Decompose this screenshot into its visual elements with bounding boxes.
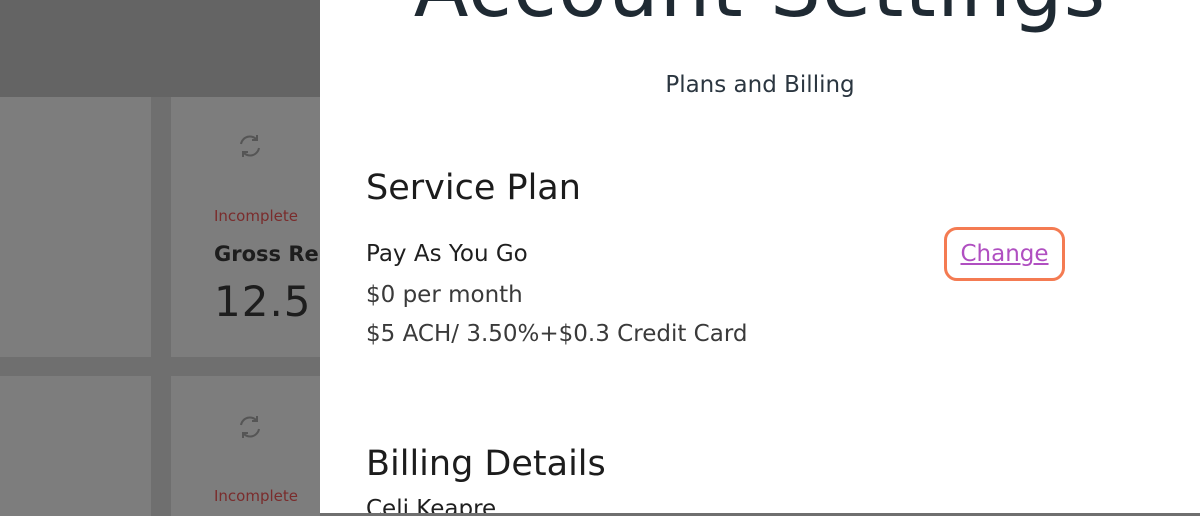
billing-name: Celi Keapre [366, 496, 497, 513]
dashboard-header-backdrop [0, 0, 320, 97]
status-label: Incomplete [214, 207, 298, 225]
plan-fees: $5 ACH/ 3.50%+$0.3 Credit Card [366, 321, 748, 347]
change-plan-highlight: Change [944, 227, 1065, 281]
page-subtitle: Plans and Billing [665, 72, 855, 98]
page-title: Account Settings [320, 0, 1200, 35]
dashboard-card [0, 376, 151, 516]
metric-title: Gross Re [214, 242, 319, 266]
status-label: Incomplete [214, 487, 298, 505]
account-settings-panel: Account Settings Plans and Billing Servi… [320, 0, 1200, 513]
refresh-icon [235, 131, 265, 161]
dashboard-card [0, 97, 151, 357]
metric-value: 12.5 [214, 277, 312, 326]
dashboard-card: Incomplete Gross Re 12.5 [171, 97, 320, 357]
billing-details-heading: Billing Details [366, 444, 606, 484]
dashboard-card: Incomplete [171, 376, 320, 516]
change-plan-link[interactable]: Change [960, 241, 1048, 267]
refresh-icon [235, 412, 265, 442]
service-plan-heading: Service Plan [366, 168, 581, 208]
plan-name: Pay As You Go [366, 241, 528, 267]
plan-price: $0 per month [366, 282, 523, 308]
